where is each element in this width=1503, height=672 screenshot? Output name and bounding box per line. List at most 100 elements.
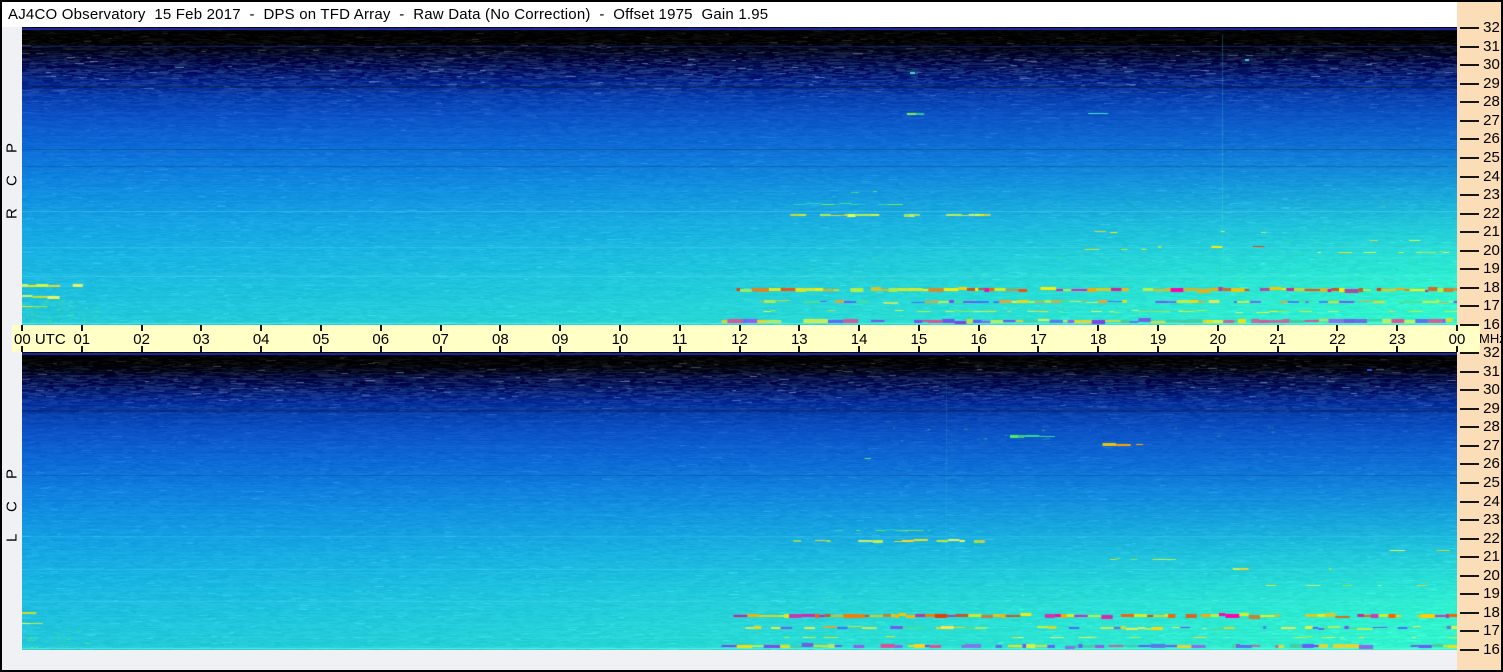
freq-tick	[1460, 176, 1479, 178]
freq-label: 30	[1481, 56, 1502, 73]
freq-tick	[1460, 408, 1479, 410]
freq-tick	[1460, 649, 1479, 651]
time-label: 19	[1143, 331, 1173, 348]
freq-tick	[1460, 612, 1479, 614]
freq-label: 21	[1481, 548, 1502, 565]
freq-tick	[1460, 120, 1479, 122]
freq-label: 24	[1481, 168, 1502, 185]
freq-tick	[1460, 593, 1479, 595]
freq-label: 19	[1481, 585, 1502, 602]
freq-label: 18	[1481, 279, 1502, 296]
time-label: 18	[1083, 331, 1113, 348]
freq-label: 20	[1481, 567, 1502, 584]
freq-label: 28	[1481, 93, 1502, 110]
freq-label: 25	[1481, 474, 1502, 491]
window-background: AJ4CO Observatory 15 Feb 2017 - DPS on T…	[2, 2, 1501, 670]
time-label: 01	[67, 331, 97, 348]
lcp-spectrogram-canvas	[22, 352, 1457, 650]
time-label: 02	[127, 331, 157, 348]
freq-label: 21	[1481, 223, 1502, 240]
freq-tick	[1460, 287, 1479, 289]
time-label: 08	[485, 331, 515, 348]
time-axis-origin-label: 00 UTC	[14, 331, 66, 348]
freq-tick	[1460, 64, 1479, 66]
freq-tick	[1460, 83, 1479, 85]
freq-label: 18	[1481, 604, 1502, 621]
time-label: 22	[1322, 331, 1352, 348]
freq-tick	[1460, 463, 1479, 465]
freq-label: 19	[1481, 260, 1502, 277]
time-label: 06	[366, 331, 396, 348]
freq-tick	[1460, 445, 1479, 447]
freq-label: 23	[1481, 186, 1502, 203]
time-label: 09	[545, 331, 575, 348]
time-label: 16	[964, 331, 994, 348]
freq-tick	[1460, 352, 1479, 354]
freq-tick	[1460, 371, 1479, 373]
page-title: AJ4CO Observatory 15 Feb 2017 - DPS on T…	[8, 6, 768, 23]
freq-tick	[1460, 324, 1479, 326]
freq-label: 16	[1481, 641, 1502, 658]
time-label: 23	[1382, 331, 1412, 348]
freq-tick	[1460, 501, 1479, 503]
freq-label: 29	[1481, 400, 1502, 417]
freq-label: 31	[1481, 38, 1502, 55]
freq-label: 29	[1481, 75, 1502, 92]
freq-label: 27	[1481, 112, 1502, 129]
freq-tick	[1460, 46, 1479, 48]
freq-tick	[1460, 538, 1479, 540]
time-label: 21	[1263, 331, 1293, 348]
freq-tick	[1460, 389, 1479, 391]
time-label: 17	[1023, 331, 1053, 348]
freq-label: 22	[1481, 530, 1502, 547]
freq-label: 24	[1481, 493, 1502, 510]
freq-label: 27	[1481, 437, 1502, 454]
freq-tick	[1460, 157, 1479, 159]
freq-tick	[1460, 268, 1479, 270]
freq-label: 20	[1481, 242, 1502, 259]
time-label: 04	[246, 331, 276, 348]
freq-label: 28	[1481, 418, 1502, 435]
time-label: 11	[665, 331, 695, 348]
freq-tick	[1460, 213, 1479, 215]
spectrograph-window: AJ4CO Observatory 15 Feb 2017 - DPS on T…	[0, 0, 1503, 672]
time-label: 15	[904, 331, 934, 348]
freq-label: 17	[1481, 622, 1502, 639]
freq-label: 30	[1481, 381, 1502, 398]
freq-label: 25	[1481, 149, 1502, 166]
time-label: 03	[186, 331, 216, 348]
time-axis-end-label: 00	[1442, 331, 1472, 348]
title-bar: AJ4CO Observatory 15 Feb 2017 - DPS on T…	[2, 2, 1457, 27]
freq-tick	[1460, 519, 1479, 521]
freq-tick	[1460, 101, 1479, 103]
time-label: 07	[426, 331, 456, 348]
time-label: 13	[784, 331, 814, 348]
freq-label: 17	[1481, 297, 1502, 314]
freq-tick	[1460, 575, 1479, 577]
time-label: 14	[844, 331, 874, 348]
freq-label: 32	[1481, 344, 1502, 361]
time-label: 05	[306, 331, 336, 348]
freq-tick	[1460, 138, 1479, 140]
freq-tick	[1460, 556, 1479, 558]
rcp-panel-label: R C P	[2, 27, 22, 325]
freq-tick	[1460, 305, 1479, 307]
freq-tick	[1460, 482, 1479, 484]
rcp-spectrogram-canvas	[22, 27, 1457, 325]
freq-label: 32	[1481, 19, 1502, 36]
freq-tick	[1460, 231, 1479, 233]
lcp-panel-label: L C P	[2, 352, 22, 650]
freq-axis-unit-label: MHz	[1479, 331, 1503, 346]
freq-label: 31	[1481, 363, 1502, 380]
time-label: 20	[1203, 331, 1233, 348]
freq-tick	[1460, 194, 1479, 196]
freq-label: 22	[1481, 205, 1502, 222]
time-axis: 00 UTC01 02 03 04 05 06 07 08 09 10 11 12 13 14 15 16 17…	[12, 325, 1480, 352]
freq-label: 26	[1481, 455, 1502, 472]
freq-tick	[1460, 27, 1479, 29]
freq-tick	[1460, 630, 1479, 632]
time-label: 12	[725, 331, 755, 348]
freq-label: 26	[1481, 130, 1502, 147]
freq-tick	[1460, 426, 1479, 428]
time-label: 10	[605, 331, 635, 348]
